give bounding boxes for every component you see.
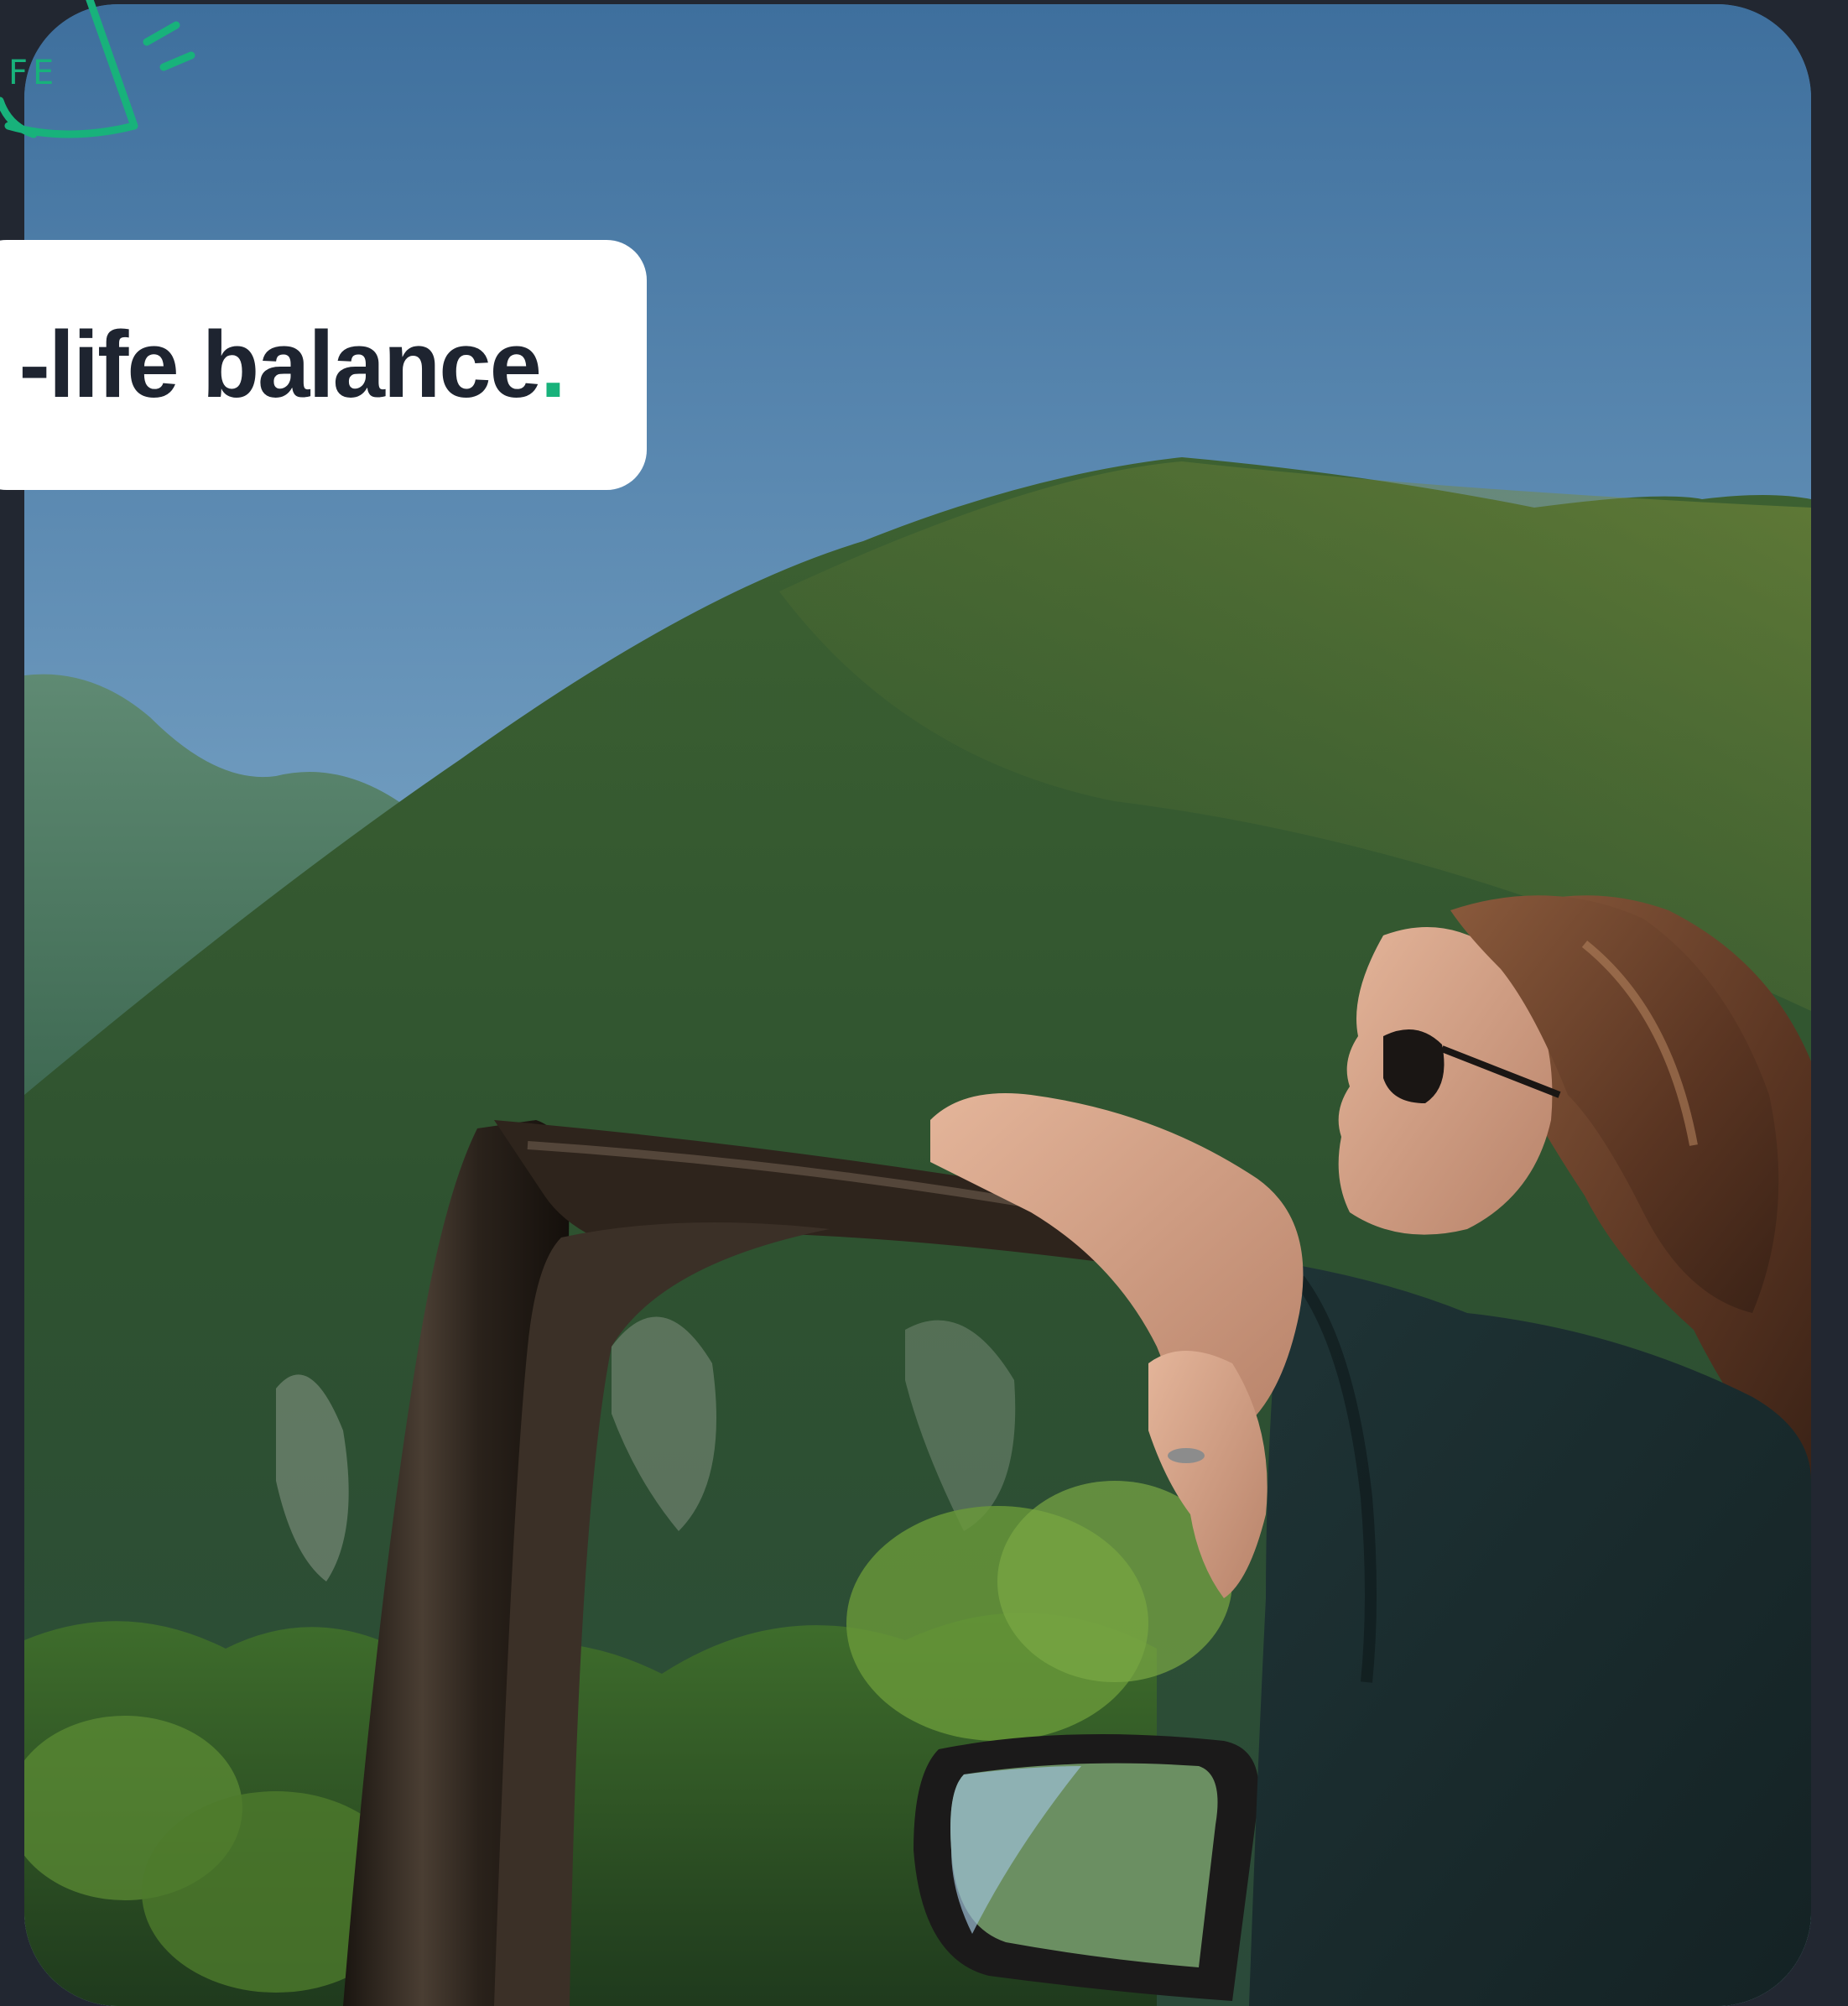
headline-card: -life balance. — [0, 240, 647, 490]
headline: -life balance. — [19, 318, 566, 412]
doodle-text: FE — [8, 54, 59, 92]
megaphone-doodle-icon: FE — [0, 0, 195, 138]
page: FE -life balance. — [0, 0, 1848, 2006]
headline-text: -life balance — [18, 312, 542, 417]
headline-period: . — [539, 312, 566, 417]
